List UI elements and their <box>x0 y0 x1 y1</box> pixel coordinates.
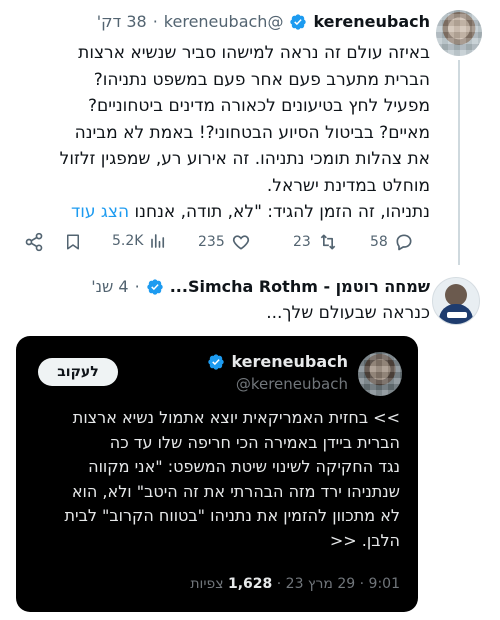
views-button[interactable]: 5.2K <box>112 232 167 250</box>
reply-time[interactable]: 4 שנ' <box>91 277 128 296</box>
like-count: 235 <box>198 234 225 250</box>
retweet-icon <box>320 234 336 250</box>
reply-button[interactable]: 58 <box>370 232 414 252</box>
views-count: 5.2K <box>112 233 144 249</box>
retweet-count: 23 <box>293 234 311 250</box>
quoted-author-name-row: kereneubach <box>207 352 348 371</box>
quoted-line: לא מתכוון להזמין את נתניהו "בטווח הקרוב"… <box>64 506 400 526</box>
tweet-line: באיזה עולם זה נראה למישהו סביר שנשיא ארצ… <box>78 43 430 63</box>
author-name[interactable]: kereneubach <box>313 12 430 31</box>
views-icon <box>151 234 165 248</box>
quoted-screenshot-image[interactable]: kereneubach @kereneubach לעקוב >> בחזית … <box>16 336 418 612</box>
tweet-line: הברית מתערב פעם אחר פעם במשפט נתניהו? <box>93 69 430 90</box>
reply-count: 58 <box>370 234 388 250</box>
author-handle[interactable]: @kereneubach <box>164 12 284 31</box>
reply-author-name[interactable]: שמחה רוטמן - Simcha Rothm... <box>170 277 430 296</box>
quoted-author-name: kereneubach <box>231 352 348 371</box>
separator-dot: · <box>152 12 158 31</box>
quoted-line: >> בחזית האמריקאית יוצא אתמול נשיא ארצות <box>72 408 400 427</box>
quoted-views-count: 1,628 <box>228 576 273 592</box>
tweet-actions: 5.2K 235 23 58 <box>18 228 412 256</box>
tweet-last-line-text: נתניהו, זה הזמן להגיד: "לא, תודה, אנחנו <box>134 202 430 222</box>
tweet-line: מוחלט במדינת ישראל. <box>266 175 430 196</box>
quoted-line: נגד החקיקה לשינוי שיטת המשפט: "אני מקווה <box>88 457 400 477</box>
tweet-line: מפעיל לחץ בטיעונים לכאורה מדינים ביטחוני… <box>87 96 430 116</box>
reply-icon <box>396 234 412 251</box>
verified-badge-icon <box>290 13 307 30</box>
verified-badge-icon <box>147 278 163 295</box>
tweet-line-last: נתניהו, זה הזמן להגיד: "לא, תודה, אנחנו … <box>20 199 430 226</box>
quoted-follow-button: לעקוב <box>38 358 118 386</box>
verified-badge-icon <box>208 353 225 370</box>
bookmark-button[interactable] <box>64 232 82 252</box>
quoted-tweet-meta: 9:01 · 29 מרץ 23 · 1,628 צפיות <box>190 576 400 592</box>
tweet-body: באיזה עולם זה נראה למישהו סביר שנשיא ארצ… <box>20 40 430 226</box>
quoted-tweet-body: >> בחזית האמריקאית יוצא אתמול נשיא ארצות… <box>30 406 400 554</box>
quoted-author-avatar <box>358 352 402 396</box>
separator-dot: · <box>134 277 140 296</box>
thread-connector-line <box>458 60 460 265</box>
share-icon <box>25 232 43 252</box>
retweet-button[interactable]: 23 <box>293 232 339 252</box>
author-avatar[interactable] <box>436 10 482 56</box>
quoted-views-label: צפיות <box>190 576 224 592</box>
bookmark-icon <box>67 234 79 250</box>
tweet-line: מאיים? בביטול הסיוע הבטחוני?! באמת לא מב… <box>74 122 430 143</box>
quoted-line: שנתניהו ירד מזה הבהרתי את זה היטב" ולא, … <box>71 481 400 501</box>
quoted-line: הלבן. << <box>329 530 400 550</box>
reply-body: כנראה שבעולם שלך... <box>266 303 430 323</box>
quoted-line: הברית ביידן באמירה הכי חריפה שלו עד כה <box>109 432 400 452</box>
main-tweet: kereneubach @kereneubach · 38 דק' באיזה … <box>0 0 500 265</box>
tweet-time[interactable]: 38 דק' <box>97 12 147 31</box>
reply-author-avatar[interactable] <box>432 277 480 325</box>
share-button[interactable] <box>24 232 44 252</box>
tweet-line: את צהלות תומכי נתניהו. זה אירוע רע, שמפג… <box>59 149 430 169</box>
like-button[interactable]: 235 <box>198 232 251 252</box>
quoted-author-handle: @kereneubach <box>235 375 348 393</box>
tweet-header: kereneubach @kereneubach · 38 דק' <box>97 12 430 31</box>
show-more-link[interactable]: הצג עוד <box>71 202 129 222</box>
like-icon <box>232 235 249 250</box>
reply-header: שמחה רוטמן - Simcha Rothm... · 4 שנ' <box>91 277 430 296</box>
quoted-tweet-time: 9:01 · 29 מרץ 23 · <box>276 576 400 592</box>
